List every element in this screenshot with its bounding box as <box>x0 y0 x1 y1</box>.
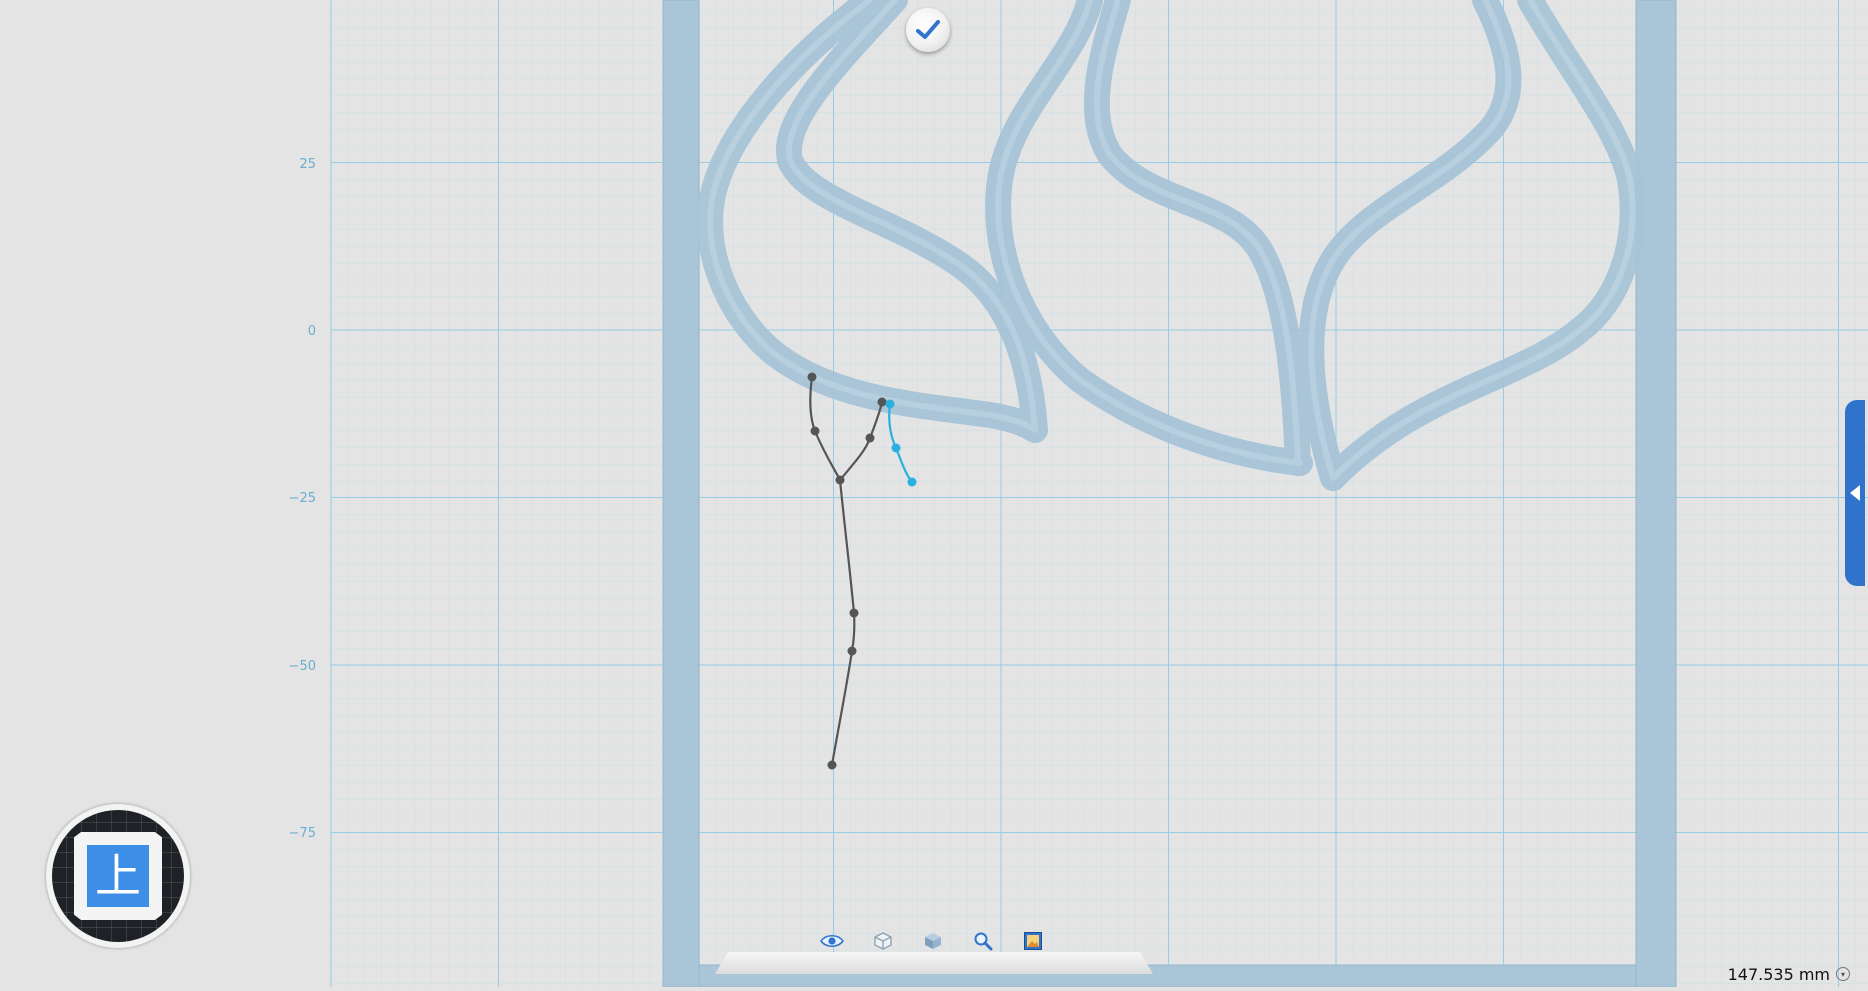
sketch-point[interactable] <box>827 760 837 770</box>
axis-label-minus-50: −50 <box>289 659 316 674</box>
axis-label-25: 25 <box>299 157 316 172</box>
panel-expand-tab[interactable] <box>1845 400 1865 586</box>
3d-viewport[interactable]: 25 0 −25 −50 −75 <box>0 0 1868 988</box>
wireframe-cube-icon <box>874 932 892 950</box>
sketch-point[interactable] <box>877 397 887 407</box>
sketch-point[interactable] <box>835 475 845 485</box>
solid-view-button[interactable] <box>918 928 948 954</box>
view-cube-frame: 上 <box>74 832 162 920</box>
render-button[interactable] <box>1018 928 1048 954</box>
view-cube-face-label: 上 <box>95 849 141 903</box>
axis-label-0: 0 <box>308 324 316 339</box>
sketch-point[interactable] <box>810 426 820 436</box>
chevron-down-icon: ▾ <box>1840 969 1845 979</box>
axis-label-minus-25: −25 <box>289 491 316 506</box>
view-toolbar <box>715 922 1153 974</box>
measurement-readout: 147.535 mm ▾ <box>1728 963 1850 985</box>
measurement-dropdown[interactable]: ▾ <box>1836 967 1850 981</box>
sketch-point[interactable] <box>849 608 859 618</box>
chevron-left-icon <box>1850 485 1860 501</box>
sketch-point[interactable] <box>847 646 857 656</box>
zoom-button[interactable] <box>968 928 998 954</box>
image-render-icon <box>1024 932 1042 950</box>
axis-label-minus-75: −75 <box>289 826 316 841</box>
view-mode-button[interactable] <box>817 928 847 954</box>
selected-point[interactable] <box>891 443 901 453</box>
toolbar-shelf <box>715 952 1153 974</box>
measurement-value: 147.535 mm <box>1727 964 1830 984</box>
sketch-point[interactable] <box>807 372 817 382</box>
selected-point[interactable] <box>907 477 917 487</box>
confirm-button[interactable] <box>906 8 950 52</box>
view-cube[interactable]: 上 <box>46 804 190 948</box>
axis-labels: 25 0 −25 −50 −75 <box>289 157 316 841</box>
eye-icon <box>820 934 844 948</box>
wireframe-button[interactable] <box>868 928 898 954</box>
grid-canvas[interactable]: 25 0 −25 −50 −75 <box>0 0 1868 988</box>
checkmark-icon <box>916 20 940 39</box>
magnifier-icon <box>974 932 993 951</box>
view-cube-top-face[interactable]: 上 <box>87 845 149 907</box>
view-cube-ring[interactable]: 上 <box>52 810 184 942</box>
sketch-point[interactable] <box>865 433 875 443</box>
solid-cube-icon <box>925 933 941 949</box>
selected-point[interactable] <box>885 399 895 409</box>
